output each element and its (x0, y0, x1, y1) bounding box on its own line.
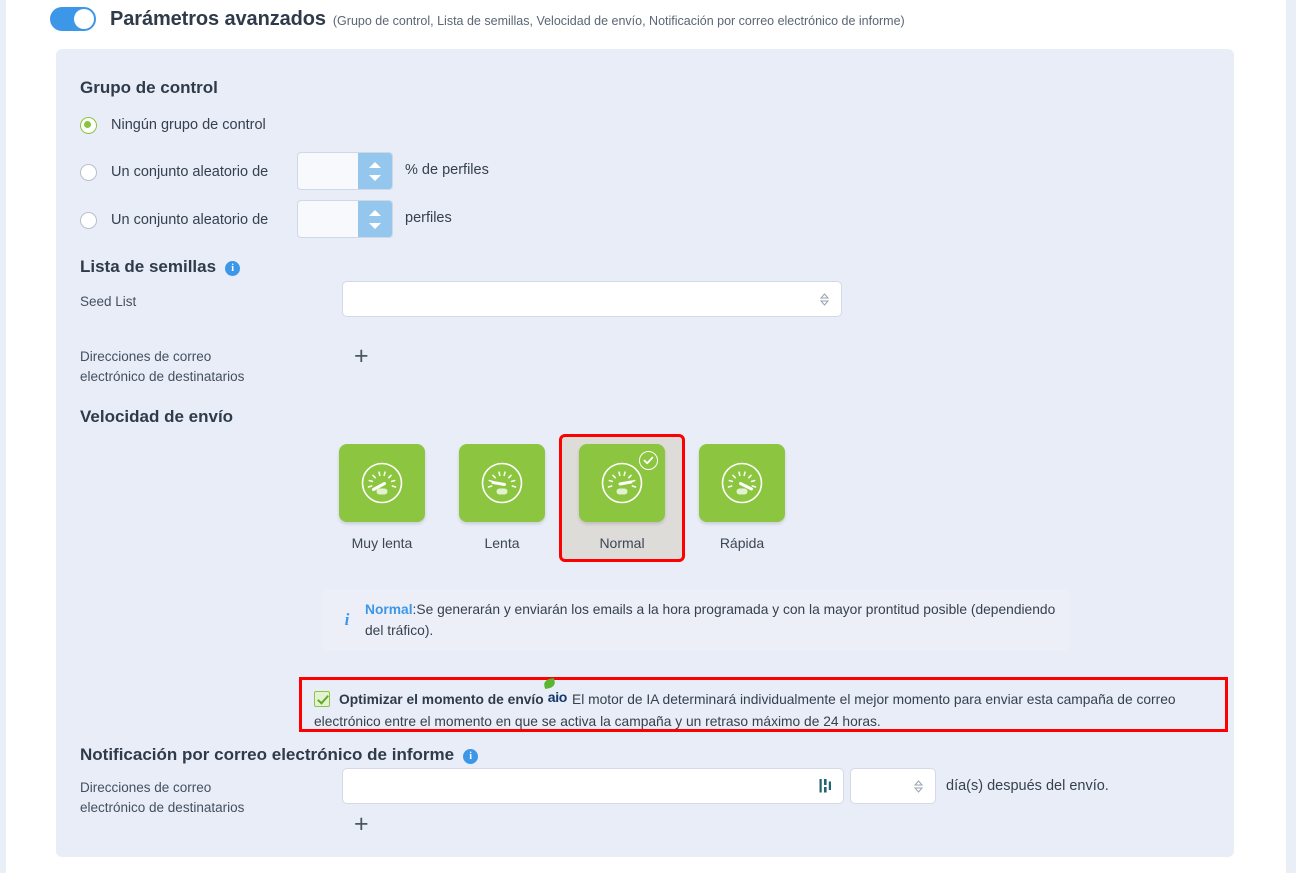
gauge-icon (361, 462, 403, 504)
gauge-icon (481, 462, 523, 504)
stepper-up-icon[interactable] (369, 209, 381, 216)
speed-tile-rapida[interactable]: Rápida (682, 437, 802, 559)
optimize-send-time-content: Optimizar el momento de envío aio El motor… (314, 677, 1213, 733)
speed-tile-label: Muy lenta (351, 535, 413, 551)
seed-list-heading-text: Lista de semillas (80, 257, 217, 276)
seed-list-label: Seed List (80, 294, 137, 309)
advanced-parameters-header: Parámetros avanzados (Grupo de control, … (50, 5, 905, 33)
info-italic-icon: i (344, 610, 350, 629)
report-recipients-input-wrap[interactable] (342, 768, 844, 804)
report-notification-heading: Notificación por correo electrónico de i… (80, 745, 479, 765)
chevron-updown-icon[interactable] (914, 779, 935, 793)
info-icon[interactable]: i (225, 260, 241, 276)
speed-info-note-text: Normal:Se generarán y enviarán los email… (355, 599, 1056, 641)
advanced-parameters-card: Grupo de control Ningún grupo de control… (56, 49, 1234, 857)
speed-tile-surface[interactable] (459, 444, 545, 522)
sending-speed-heading: Velocidad de envío (80, 407, 233, 427)
percent-input[interactable] (298, 153, 358, 189)
control-group-option-count[interactable]: Un conjunto aleatorio de (80, 207, 268, 233)
radio-percent[interactable] (80, 163, 97, 181)
days-unit-label: día(s) después del envío. (946, 778, 1109, 794)
control-group-heading-text: Grupo de control (80, 78, 218, 97)
personalization-icon[interactable] (819, 778, 832, 794)
speed-tile-surface[interactable] (699, 444, 785, 522)
advanced-parameters-toggle[interactable] (50, 7, 96, 31)
aio-badge: aio (542, 677, 568, 708)
toggle-knob (74, 9, 94, 29)
speed-tile-normal[interactable]: Normal (559, 434, 685, 562)
report-notification-heading-text: Notificación por correo electrónico de i… (80, 745, 455, 764)
radio-count-label: Un conjunto aleatorio de (111, 212, 269, 228)
stepper-down-icon[interactable] (369, 222, 381, 229)
speed-tile-muy-lenta[interactable]: Muy lenta (322, 437, 442, 559)
add-report-recipient-button[interactable]: + (354, 812, 369, 837)
speed-tile-label: Rápida (719, 535, 765, 551)
right-edge-strip (1286, 0, 1296, 873)
page-subtitle: (Grupo de control, Lista de semillas, Ve… (332, 14, 905, 28)
speed-tile-label: Normal (599, 535, 645, 551)
speed-info-note-body: :Se generarán y enviarán los emails a la… (365, 602, 1056, 638)
sending-speed-tiles: Muy lenta Lenta Normal Rápida (322, 434, 802, 562)
speed-tile-label: Lenta (484, 535, 520, 551)
speed-tile-surface[interactable] (339, 444, 425, 522)
radio-count[interactable] (80, 211, 97, 229)
percent-stepper-buttons[interactable] (358, 153, 392, 189)
count-input[interactable] (298, 201, 358, 237)
control-group-option-percent[interactable]: Un conjunto aleatorio de (80, 159, 268, 185)
stepper-up-icon[interactable] (369, 161, 381, 168)
report-recipients-input[interactable] (343, 778, 819, 794)
chevron-updown-icon[interactable] (820, 292, 841, 306)
speed-tile-surface[interactable] (579, 444, 665, 522)
speed-tile-lenta[interactable]: Lenta (442, 437, 562, 559)
days-stepper[interactable] (850, 768, 936, 804)
radio-none-label: Ningún grupo de control (111, 117, 266, 133)
optimize-send-time-row[interactable]: Optimizar el momento de envío aio El motor… (299, 677, 1228, 732)
percent-unit-label: % de perfiles (405, 162, 489, 178)
gauge-icon (601, 462, 643, 504)
add-seed-recipient-button[interactable]: + (354, 344, 369, 369)
report-recipients-label: Direcciones de correo electrónico de des… (80, 780, 245, 815)
optimize-send-time-checkbox[interactable] (314, 691, 330, 707)
seed-list-heading: Lista de semillas i (80, 257, 241, 277)
aio-badge-text: aio (547, 689, 568, 705)
advanced-parameters-page: Parámetros avanzados (Grupo de control, … (0, 0, 1296, 873)
control-group-option-none[interactable]: Ningún grupo de control (80, 112, 266, 138)
sending-speed-heading-text: Velocidad de envío (80, 407, 234, 426)
gauge-icon (721, 462, 763, 504)
seed-recipients-label: Direcciones de correo electrónico de des… (80, 349, 245, 384)
seed-list-select[interactable] (342, 281, 842, 317)
stepper-down-icon[interactable] (369, 174, 381, 181)
percent-stepper[interactable] (297, 152, 393, 190)
left-edge-strip (0, 0, 6, 873)
control-group-heading: Grupo de control (80, 78, 218, 98)
count-stepper-buttons[interactable] (358, 201, 392, 237)
count-unit-label: perfiles (405, 210, 452, 226)
page-title: Parámetros avanzados (110, 7, 326, 30)
speed-info-note: i Normal:Se generarán y enviarán los ema… (322, 589, 1070, 651)
radio-percent-label: Un conjunto aleatorio de (111, 164, 269, 180)
optimize-send-time-label: Optimizar el momento de envío (339, 692, 544, 707)
selected-check-icon (639, 451, 658, 470)
speed-info-note-strong: Normal (365, 602, 413, 617)
info-icon[interactable]: i (463, 748, 479, 764)
count-stepper[interactable] (297, 200, 393, 238)
leaf-icon (542, 677, 556, 690)
radio-none[interactable] (80, 116, 97, 134)
